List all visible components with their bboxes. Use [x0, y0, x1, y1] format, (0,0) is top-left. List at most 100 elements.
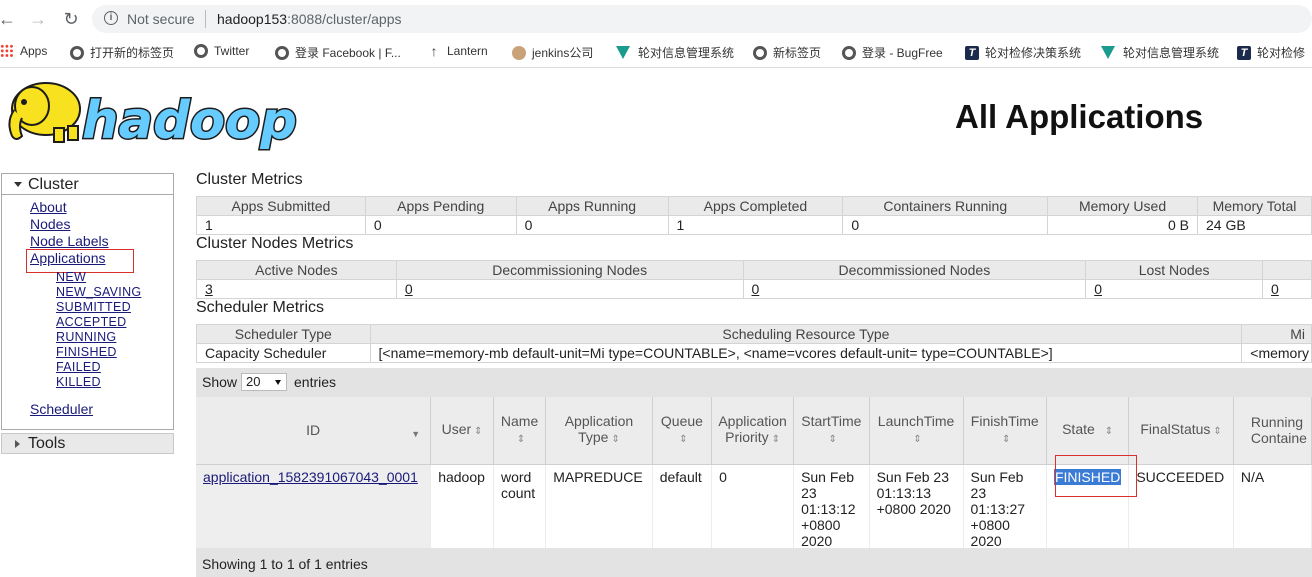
info-icon[interactable]: i — [104, 11, 118, 25]
col-header: Scheduler Type — [196, 324, 371, 344]
sidebar-item-state-running[interactable]: RUNNING — [56, 330, 116, 344]
col-header-label: Type — [578, 428, 609, 445]
col-header-user[interactable]: User ⇕ — [430, 397, 494, 465]
sidebar-item-state-finished[interactable]: FINISHED — [56, 345, 117, 359]
col-header: Decommissioning Nodes — [395, 260, 744, 280]
col-header-label: Containe — [1250, 430, 1307, 447]
bookmark-facebook[interactable]: 登录 Facebook | F... — [275, 44, 401, 61]
bookmark-wheel-info-1[interactable]: 轮对信息管理系统 — [616, 44, 734, 61]
time-line: 2020 — [970, 532, 1002, 549]
col-header-final-status[interactable]: FinalStatus ⇕ — [1128, 397, 1234, 465]
active-nodes-value[interactable]: 3 — [205, 281, 213, 297]
col-header-launch-time[interactable]: LaunchTime ⇕ — [869, 397, 964, 465]
bookmark-wheel-repair[interactable]: T 轮对检修 — [1237, 44, 1305, 61]
cluster-metrics-title: Cluster Metrics — [196, 171, 303, 188]
sidebar-item-nodes[interactable]: Nodes — [30, 216, 70, 232]
col-header: Apps Submitted — [196, 196, 366, 216]
sidebar-item-state-submitted[interactable]: SUBMITTED — [56, 300, 131, 314]
sidebar-item-state-killed[interactable]: KILLED — [56, 375, 101, 389]
active-nodes-link[interactable]: 3 — [196, 279, 397, 299]
bookmark-apps[interactable]: Apps — [0, 44, 47, 58]
hadoop-logo[interactable]: hadoop — [2, 76, 302, 151]
t-icon: T — [965, 45, 979, 60]
sidebar-item-state-accepted[interactable]: ACCEPTED — [56, 315, 126, 329]
app-id-cell: application_1582391067043_0001 — [196, 464, 432, 553]
page-title: All Applications — [955, 98, 1204, 135]
col-header-id[interactable]: ID ▼ — [196, 397, 432, 465]
lost-nodes-link[interactable]: 0 — [1085, 279, 1264, 299]
app-final-status-cell: SUCCEEDED — [1128, 464, 1234, 553]
vue-icon — [616, 46, 630, 59]
applications-table: ID ▼ User ⇕ Name ⇕ Application Type ⇕ Queue ⇕ … — [196, 397, 1312, 553]
sidebar-cluster-header[interactable]: Cluster — [1, 173, 174, 195]
col-header: Apps Completed — [667, 196, 844, 216]
url-text[interactable]: hadoop153:8088/cluster/apps — [217, 11, 401, 27]
app-user-cell: hadoop — [430, 464, 494, 553]
col-header-name[interactable]: Name ⇕ — [493, 397, 547, 465]
nodes-metrics-title: Cluster Nodes Metrics — [196, 235, 354, 252]
globe-icon — [194, 44, 208, 58]
time-line: +0800 — [801, 516, 841, 533]
sidebar-item-node-labels[interactable]: Node Labels — [30, 233, 109, 249]
sidebar-cluster-label: Cluster — [28, 176, 79, 193]
address-bar[interactable]: i Not secure hadoop153:8088/cluster/apps — [92, 5, 1312, 33]
apps-grid-icon — [0, 44, 14, 58]
sidebar-item-state-new-saving[interactable]: NEW_SAVING — [56, 285, 141, 299]
table-info-text: Showing 1 to 1 of 1 entries — [202, 556, 368, 572]
bookmark-twitter[interactable]: Twitter — [194, 44, 249, 58]
up-arrow-icon: ↑ — [430, 43, 438, 59]
time-line: 23 — [970, 484, 987, 501]
col-header-start-time[interactable]: StartTime ⇕ — [793, 397, 870, 465]
col-header: Decommissioned Nodes — [742, 260, 1087, 280]
time-line: +0800 — [970, 516, 1010, 533]
min-allocation-value: <memory — [1241, 343, 1312, 363]
decommissioning-nodes-link[interactable]: 0 — [395, 279, 744, 299]
sidebar-item-state-new[interactable]: NEW — [56, 270, 86, 284]
bookmark-wheel-decision[interactable]: T 轮对检修决策系统 — [965, 44, 1081, 61]
unhealthy-nodes-link[interactable]: 0 — [1262, 279, 1312, 299]
app-start-time-cell: Sun Feb 23 01:13:12 +0800 2020 — [793, 464, 870, 553]
time-line: 01:13:27 — [970, 500, 1026, 517]
bookmark-new-tab-page[interactable]: 新标签页 — [753, 44, 821, 61]
reload-icon[interactable]: ↻ — [60, 8, 82, 30]
decommissioned-nodes-link[interactable]: 0 — [742, 279, 1087, 299]
security-label: Not secure — [127, 11, 195, 27]
sidebar-item-state-failed[interactable]: FAILED — [56, 360, 101, 374]
sidebar-item-scheduler[interactable]: Scheduler — [30, 401, 93, 417]
col-header-finish-time[interactable]: FinishTime ⇕ — [963, 397, 1047, 465]
app-id-link[interactable]: application_1582391067043_0001 — [203, 469, 418, 485]
browser-toolbar: ← → ↻ i Not secure hadoop153:8088/cluste… — [0, 0, 1312, 37]
bookmark-lantern[interactable]: ↑ Lantern — [427, 44, 488, 58]
chevron-right-icon — [15, 440, 20, 448]
sort-icon: ⇕ — [771, 433, 781, 445]
back-arrow-icon[interactable]: ← — [0, 8, 18, 30]
address-separator — [205, 10, 206, 28]
time-line: 2020 — [801, 532, 833, 549]
app-launch-time-cell: Sun Feb 23 01:13:13 +0800 2020 — [869, 464, 964, 553]
col-header-label: Application — [718, 412, 787, 429]
col-header-queue[interactable]: Queue ⇕ — [652, 397, 713, 465]
decommissioning-nodes-value[interactable]: 0 — [405, 281, 413, 297]
sort-desc-icon: ▼ — [411, 429, 421, 439]
bookmark-bugfree[interactable]: 登录 - BugFree — [842, 44, 943, 61]
page-size-select[interactable]: 20 — [241, 373, 287, 391]
forward-arrow-icon[interactable]: → — [27, 8, 49, 30]
sidebar-item-about[interactable]: About — [30, 199, 67, 215]
unhealthy-nodes-value[interactable]: 0 — [1271, 281, 1279, 297]
sort-icon: ⇕ — [828, 433, 838, 445]
col-header: Memory Total — [1196, 196, 1312, 216]
decommissioned-nodes-value[interactable]: 0 — [752, 281, 760, 297]
bookmark-new-tab[interactable]: 打开新的标签页 — [70, 44, 174, 61]
bookmark-wheel-info-2[interactable]: 轮对信息管理系统 — [1101, 44, 1219, 61]
sidebar-tools-header[interactable]: Tools — [1, 433, 174, 454]
col-header-state[interactable]: State ⇕ — [1046, 397, 1130, 465]
col-header-priority[interactable]: Application Priority ⇕ — [711, 397, 795, 465]
col-header: Apps Running — [515, 196, 669, 216]
col-header-app-type[interactable]: Application Type ⇕ — [545, 397, 653, 465]
app-finish-time-cell: Sun Feb 23 01:13:27 +0800 2020 — [963, 464, 1047, 553]
bookmark-jenkins[interactable]: jenkins公司 — [512, 44, 593, 61]
col-header-label: Name — [500, 412, 539, 429]
lost-nodes-value[interactable]: 0 — [1094, 281, 1102, 297]
col-header-label: LaunchTime — [877, 412, 955, 429]
col-header-running-containers[interactable]: Running Containe — [1233, 397, 1312, 465]
